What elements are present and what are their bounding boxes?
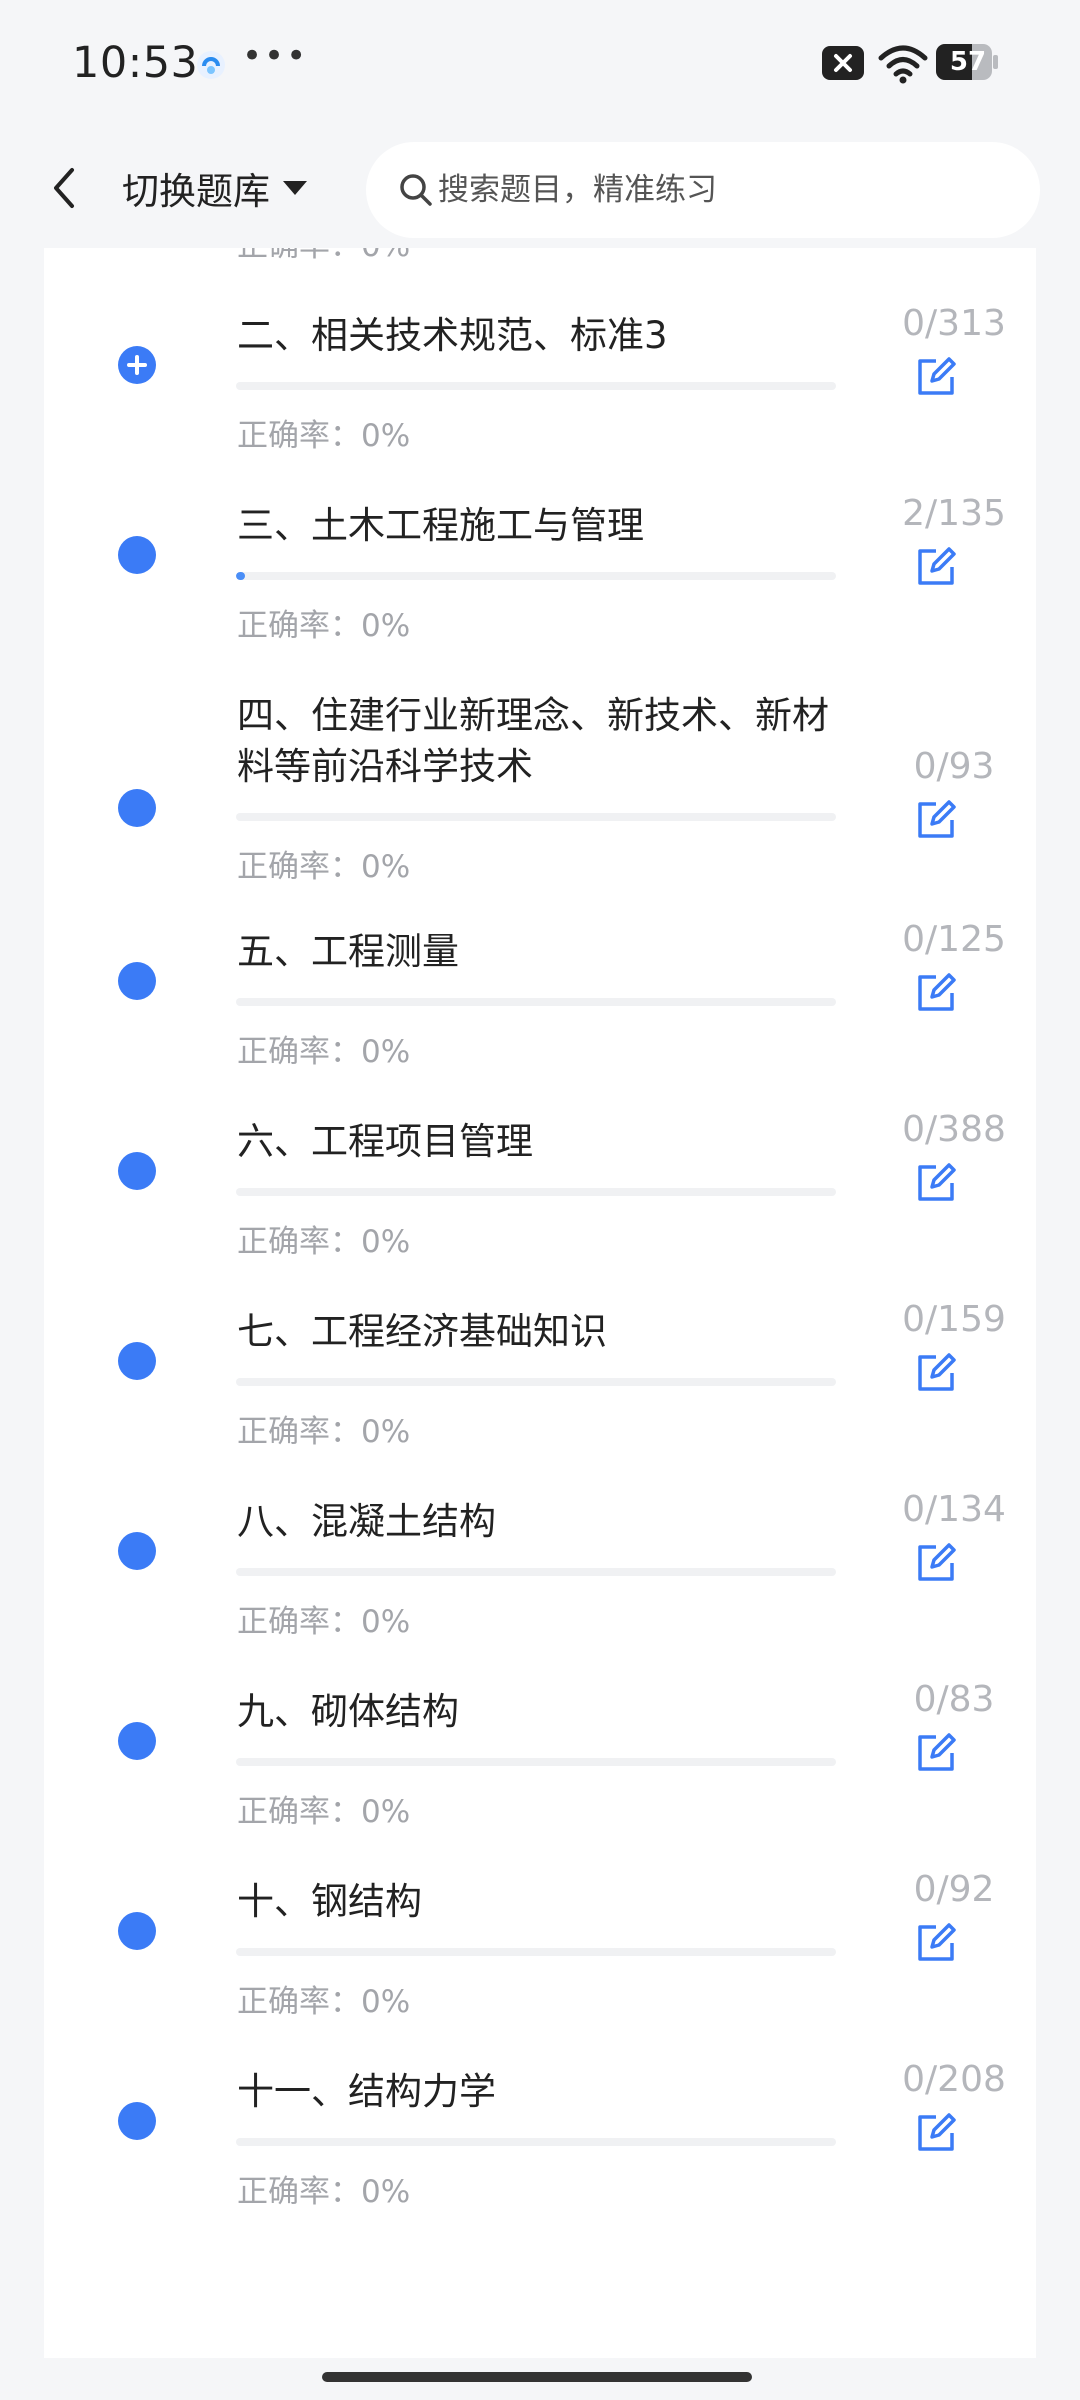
chapter-progress-bar: [236, 813, 836, 821]
chapter-title: 九、砌体结构: [237, 1690, 459, 1733]
search-bar[interactable]: [366, 142, 1040, 238]
chapter-question-count: 0/159: [902, 1299, 1006, 1340]
edit-practice-icon[interactable]: [914, 545, 958, 589]
search-icon: [400, 174, 432, 206]
chapter-dot-icon: [118, 2102, 156, 2140]
chapter-accuracy: 正确率：0%: [237, 1794, 411, 1830]
chapter-question-count: 0/208: [902, 2059, 1006, 2100]
chapter-accuracy: 正确率：0%: [237, 2174, 411, 2210]
caret-down-icon: [283, 181, 307, 195]
switch-question-bank-button[interactable]: 切换题库: [122, 158, 308, 218]
no-sim-icon: [822, 46, 864, 80]
chapter-dot-icon: [118, 1722, 156, 1760]
chapter-accuracy: 正确率：0%: [237, 1034, 411, 1070]
chapter-row[interactable]: 四、住建行业新理念、新技术、新材料等前沿科学技术正确率：0% 0/93: [44, 658, 1036, 894]
chapter-row[interactable]: 六、工程项目管理正确率：0% 0/388: [44, 1084, 1036, 1274]
expand-plus-icon[interactable]: [118, 346, 156, 384]
chapter-dot-icon: [118, 1152, 156, 1190]
top-bar: 切换题库: [0, 130, 1080, 248]
more-notifications-icon: •••: [242, 36, 309, 76]
edit-practice-icon[interactable]: [914, 1541, 958, 1585]
chapter-dot-icon: [118, 962, 156, 1000]
chapter-accuracy: 正确率：0%: [237, 1224, 411, 1260]
chapter-question-count: 2/135: [902, 493, 1006, 534]
chapter-dot-icon: [118, 1342, 156, 1380]
chapter-row[interactable]: 二、相关技术规范、标准3 正确率：0% 0/313: [44, 278, 1036, 468]
chapter-row[interactable]: 九、砌体结构正确率：0% 0/83: [44, 1654, 1036, 1844]
search-input[interactable]: [438, 160, 998, 220]
home-indicator[interactable]: [322, 2372, 752, 2382]
chapter-title: 八、混凝土结构: [237, 1500, 496, 1543]
chapter-title: 二、相关技术规范、标准3: [237, 314, 668, 357]
chapter-question-count: 0/388: [902, 1109, 1006, 1150]
chapter-progress-bar: [236, 1568, 836, 1576]
chapter-accuracy: 正确率：0%: [237, 248, 410, 265]
chapter-row[interactable]: 五、工程测量正确率：0% 0/125: [44, 894, 1036, 1084]
chapter-accuracy: 正确率：0%: [237, 608, 411, 644]
chapter-accuracy: 正确率：0%: [237, 1984, 411, 2020]
chapter-question-count: 0/93: [913, 746, 995, 787]
status-bar: 10:53 ••• 57: [0, 0, 1080, 130]
edit-practice-icon[interactable]: [914, 1161, 958, 1205]
chapter-dot-icon: [118, 1912, 156, 1950]
chapter-title: 三、土木工程施工与管理: [237, 504, 644, 547]
chapter-question-count: 0/92: [913, 1869, 995, 1910]
chapter-accuracy: 正确率：0%: [237, 418, 411, 454]
chapter-accuracy: 正确率：0%: [237, 849, 411, 885]
chapter-row[interactable]: 八、混凝土结构正确率：0% 0/134: [44, 1464, 1036, 1654]
chapter-dot-icon: [118, 536, 156, 574]
chapter-title: 十、钢结构: [237, 1880, 422, 1923]
edit-practice-icon[interactable]: [914, 1921, 958, 1965]
chapter-title: 五、工程测量: [237, 930, 459, 973]
chapter-progress-bar: [236, 998, 836, 1006]
edit-practice-icon[interactable]: [914, 1351, 958, 1395]
app-notification-icon: [197, 51, 225, 79]
chapter-progress-bar: [236, 2138, 836, 2146]
chapter-title: 四、住建行业新理念、新技术、新材料等前沿科学技术: [237, 694, 829, 788]
chapter-row[interactable]: 十一、结构力学正确率：0% 0/208: [44, 2034, 1036, 2224]
chapter-dot-icon: [118, 789, 156, 827]
switch-question-bank-label: 切换题库: [122, 170, 270, 213]
chapter-accuracy: 正确率：0%: [237, 1414, 411, 1450]
battery-level: 57: [949, 47, 987, 77]
chapter-progress-bar: [236, 1758, 836, 1766]
edit-practice-icon[interactable]: [914, 798, 958, 842]
edit-practice-icon[interactable]: [914, 971, 958, 1015]
wifi-icon: [878, 45, 928, 84]
chapter-list: 一、相关法律、法规与政策正确率：0%0/678 二、相关技术规范、标准3 正确率：0…: [44, 248, 1036, 2358]
edit-practice-icon[interactable]: [914, 2111, 958, 2155]
chapter-question-count: 0/83: [913, 1679, 995, 1720]
chapter-progress-bar: [236, 1948, 836, 1956]
edit-practice-icon[interactable]: [914, 1731, 958, 1775]
chevron-left-icon[interactable]: [44, 160, 84, 216]
chapter-question-count: 0/125: [902, 919, 1006, 960]
chapter-dot-icon: [118, 1532, 156, 1570]
chapter-progress-bar: [236, 1188, 836, 1196]
chapter-progress-bar: [236, 382, 836, 390]
chapter-title: 六、工程项目管理: [237, 1120, 533, 1163]
chapter-row[interactable]: 三、土木工程施工与管理正确率：0% 2/135: [44, 468, 1036, 658]
chapter-row[interactable]: 一、相关法律、法规与政策正确率：0%0/678: [44, 248, 1036, 278]
edit-practice-icon[interactable]: [914, 355, 958, 399]
chapter-progress-bar: [236, 1378, 836, 1386]
chapter-progress-fill: [236, 572, 245, 580]
chapter-progress-bar: [236, 572, 836, 580]
chapter-accuracy: 正确率：0%: [237, 1604, 411, 1640]
chapter-row[interactable]: 七、工程经济基础知识正确率：0% 0/159: [44, 1274, 1036, 1464]
chapter-title: 十一、结构力学: [237, 2070, 496, 2113]
chapter-title: 七、工程经济基础知识: [237, 1310, 607, 1353]
status-time: 10:53: [72, 38, 199, 88]
chapter-question-count: 0/134: [902, 1489, 1006, 1530]
chapter-question-count: 0/313: [902, 303, 1006, 344]
chapter-row[interactable]: 十、钢结构正确率：0% 0/92: [44, 1844, 1036, 2034]
